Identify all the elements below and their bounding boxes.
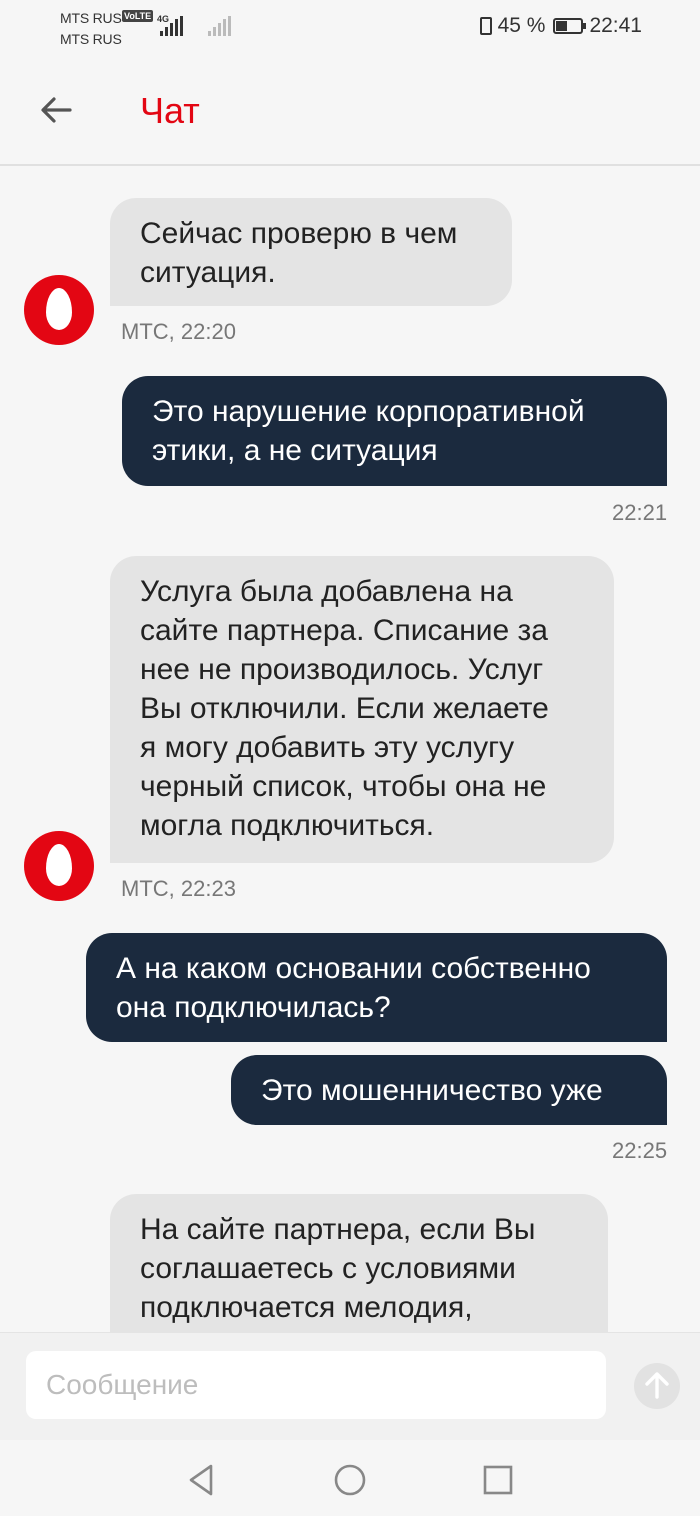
message-line: Это мошенничество уже: [261, 1074, 603, 1107]
nav-home-button[interactable]: [330, 1460, 370, 1500]
message-line: Вы отключили. Если желаете: [140, 692, 549, 725]
message-line: могла подключиться.: [140, 809, 435, 842]
message-line: соглашаетесь с условиями: [140, 1252, 516, 1285]
message-meta: МТС, 22:23: [121, 876, 236, 901]
message-line: она подключилась?: [116, 991, 391, 1024]
message-line: я могу добавить эту услугу: [140, 731, 515, 764]
carrier-name-2: MTS RUS: [60, 31, 122, 47]
triangle-back-icon: [189, 1464, 213, 1496]
system-nav-bar: [0, 1440, 700, 1516]
volte-badge: VoLTE: [122, 10, 154, 22]
status-bar: MTS RUS MTS RUS VoLTE 4G 45 % 22:41: [0, 0, 700, 60]
incoming-message[interactable]: На сайте партнера, если Вы соглашаетесь …: [110, 1194, 608, 1332]
battery-icon: [553, 18, 587, 34]
chat-messages[interactable]: Сейчас проверю в чем ситуация. МТС, 22:2…: [0, 166, 700, 1332]
message-input[interactable]: [26, 1351, 606, 1419]
mts-logo-icon: [24, 275, 94, 345]
outgoing-message[interactable]: Это мошенничество уже: [231, 1055, 667, 1125]
send-arrow-up-icon: [645, 1372, 669, 1399]
message-line: На сайте партнера, если Вы: [140, 1213, 536, 1246]
vibrate-icon: [479, 17, 492, 35]
incoming-message[interactable]: Сейчас проверю в чем ситуация.: [110, 198, 512, 306]
battery-percent: 45 %: [497, 14, 546, 37]
back-button[interactable]: [36, 90, 76, 130]
outgoing-message[interactable]: Это нарушение корпоративной этики, а не …: [122, 376, 667, 486]
carrier-name-1: MTS RUS: [60, 10, 122, 26]
message-line: Это нарушение корпоративной: [152, 395, 585, 428]
message-line: этики, а не ситуация: [152, 434, 438, 467]
signal-strength-icon: [160, 16, 183, 36]
message-line: черный список, чтобы она не: [140, 770, 547, 803]
nav-recents-button[interactable]: [478, 1460, 518, 1500]
status-right-group: 45 % 22:41: [479, 14, 642, 38]
message-line: подключается мелодия,: [140, 1291, 473, 1324]
message-line: нее не производилось. Услуг: [140, 653, 544, 686]
square-recents-icon: [483, 1465, 513, 1495]
mts-logo-icon: [24, 831, 94, 901]
message-line: Услуга была добавлена на: [140, 575, 513, 608]
message-line: сайте партнера. Списание за: [140, 614, 548, 647]
chat-header: Чат: [0, 60, 700, 166]
message-composer: [0, 1332, 700, 1441]
clock: 22:41: [589, 14, 642, 37]
page-title: Чат: [140, 90, 200, 131]
message-line: Сейчас проверю в чем: [140, 217, 458, 250]
message-meta: МТС, 22:20: [121, 319, 236, 344]
message-meta: 22:21: [612, 500, 668, 525]
send-button[interactable]: [634, 1363, 680, 1409]
incoming-message[interactable]: Услуга была добавлена на сайте партнера.…: [110, 556, 614, 863]
message-line: А на каком основании собственно: [116, 952, 591, 985]
circle-home-icon: [334, 1464, 366, 1496]
message-meta: 22:25: [612, 1138, 668, 1163]
arrow-left-icon: [41, 97, 72, 123]
message-line: ситуация.: [140, 256, 276, 289]
signal-strength-secondary-icon: [208, 16, 231, 36]
outgoing-message[interactable]: А на каком основании собственно она подк…: [86, 933, 667, 1042]
nav-back-button[interactable]: [182, 1460, 222, 1500]
